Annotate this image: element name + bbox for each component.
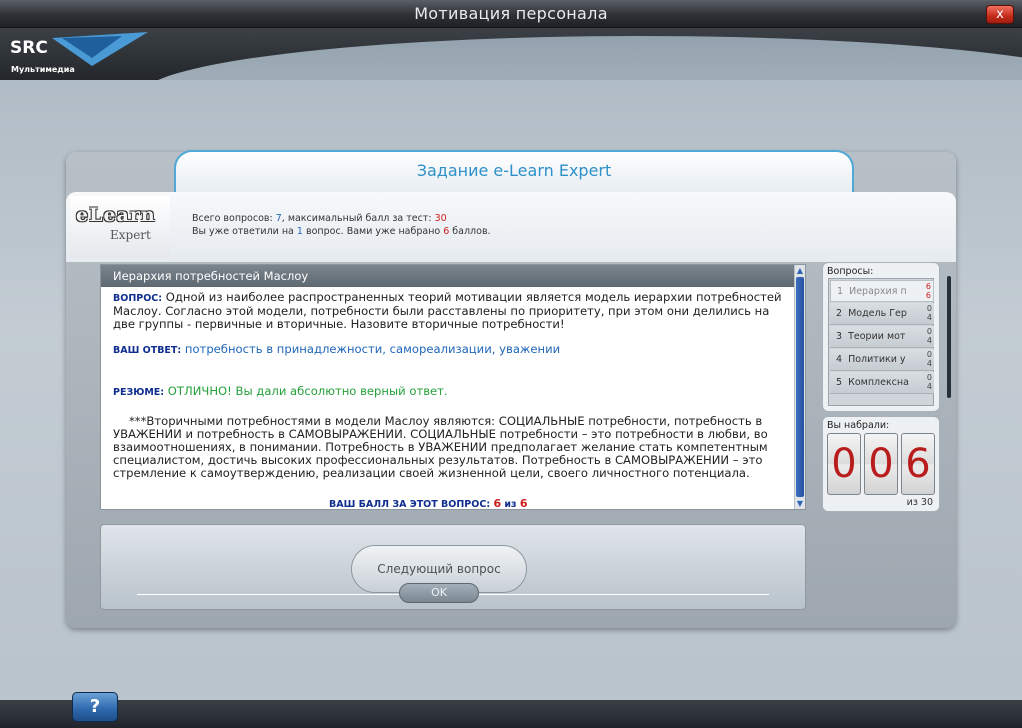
answer-label: ВАШ ОТВЕТ: — [113, 345, 182, 356]
title-bar: Мотивация персонала x — [0, 0, 1022, 28]
bottom-bar — [0, 700, 1022, 728]
logo-text: SRC — [10, 38, 48, 58]
question-item-score: 66 — [925, 282, 931, 300]
question-item-5[interactable]: 5 Комплексна 04 — [830, 372, 934, 394]
max-score: 30 — [434, 213, 447, 224]
score-of-total: из 30 — [906, 497, 933, 508]
scroll-up-arrow-icon[interactable]: ▲ — [795, 265, 805, 276]
logo-wing-icon — [52, 32, 148, 66]
score-digit-tens: 0 — [864, 433, 898, 495]
scroll-thumb[interactable] — [796, 277, 804, 497]
question-block: ВОПРОС: Одной из наиболее распространенн… — [113, 291, 789, 331]
close-button[interactable]: x — [986, 5, 1014, 24]
stats-line-2: Вы уже ответили на 1 вопрос. Вами уже на… — [192, 226, 491, 237]
question-score-value: 6 — [493, 497, 502, 510]
question-label: ВОПРОС: — [113, 293, 163, 304]
score-digit-ones: 6 — [901, 433, 935, 495]
question-text: Одной из наиболее распространенных теори… — [113, 290, 782, 331]
info-area: eLearn Expert Всего вопросов: 7, максима… — [66, 192, 956, 262]
elearn-logo-line1: eLearn — [76, 204, 156, 226]
question-item-4[interactable]: 4 Политики у 04 — [830, 349, 934, 371]
question-header: Иерархия потребностей Маслоу — [101, 265, 795, 287]
result-text: ОТЛИЧНО! Вы дали абсолютно верный ответ. — [164, 384, 448, 398]
logo-subtitle: Мультимедиа — [11, 65, 75, 74]
answer-text: потребность в принадлежности, самореализ… — [181, 342, 561, 356]
question-item-3[interactable]: 3 Теории мот 04 — [830, 326, 934, 348]
elearn-logo-line2: Expert — [110, 228, 151, 242]
questions-list: 1 Иерархия п 66 2 Модель Гер 04 3 Теории… — [828, 278, 934, 406]
stats-line-1: Всего вопросов: 7, максимальный балл за … — [192, 213, 447, 224]
question-item-score: 04 — [926, 350, 932, 368]
header-band: SRC Мультимедиа — [0, 28, 1022, 80]
ok-button[interactable]: OK — [399, 583, 479, 603]
answer-block: ВАШ ОТВЕТ: потребность в принадлежности,… — [113, 343, 789, 357]
question-item-1[interactable]: 1 Иерархия п 66 — [830, 280, 934, 302]
score-digit-hundreds: 0 — [827, 433, 861, 495]
panel-title-tab: Задание e-Learn Expert — [174, 150, 854, 192]
question-score-line: ВАШ БАЛЛ ЗА ЭТОТ ВОПРОС: 6 из 6 — [329, 497, 528, 510]
questions-panel-title: Вопросы: — [827, 266, 874, 277]
question-item-score: 04 — [926, 327, 932, 345]
src-logo: SRC Мультимедиа — [8, 32, 158, 78]
help-button[interactable]: ? — [72, 692, 118, 722]
score-counter: 0 0 6 — [827, 433, 935, 495]
task-panel: Задание e-Learn Expert eLearn Expert Все… — [66, 150, 956, 628]
content-scrollbar[interactable]: ▲ ▼ — [794, 265, 805, 509]
result-block: РЕЗЮМЕ: ОТЛИЧНО! Вы дали абсолютно верны… — [113, 385, 789, 399]
result-label: РЕЗЮМЕ: — [113, 387, 165, 398]
bottom-button-area: Следующий вопрос OK — [100, 524, 806, 610]
question-item-2[interactable]: 2 Модель Гер 04 — [830, 303, 934, 325]
header-swoosh-decoration — [140, 36, 1022, 80]
window-title: Мотивация персонала — [414, 4, 608, 23]
panel-title: Задание e-Learn Expert — [416, 161, 612, 180]
question-score-max: 6 — [519, 497, 528, 510]
question-item-score: 04 — [926, 373, 932, 391]
question-content: Иерархия потребностей Маслоу ВОПРОС: Одн… — [100, 264, 806, 510]
test-stats: Всего вопросов: 7, максимальный балл за … — [192, 212, 491, 238]
score-box-title: Вы набрали: — [827, 420, 890, 431]
questions-scrollbar[interactable] — [947, 276, 951, 398]
questions-panel: Вопросы: 1 Иерархия п 66 2 Модель Гер 04… — [822, 262, 940, 412]
explanation-text: ***Вторичными потребностями в модели Мас… — [113, 414, 768, 480]
elearn-expert-logo: eLearn Expert — [70, 196, 170, 258]
question-item-score: 04 — [926, 304, 932, 322]
scroll-down-arrow-icon[interactable]: ▼ — [795, 498, 805, 509]
score-box: Вы набрали: 0 0 6 из 30 — [822, 416, 940, 512]
